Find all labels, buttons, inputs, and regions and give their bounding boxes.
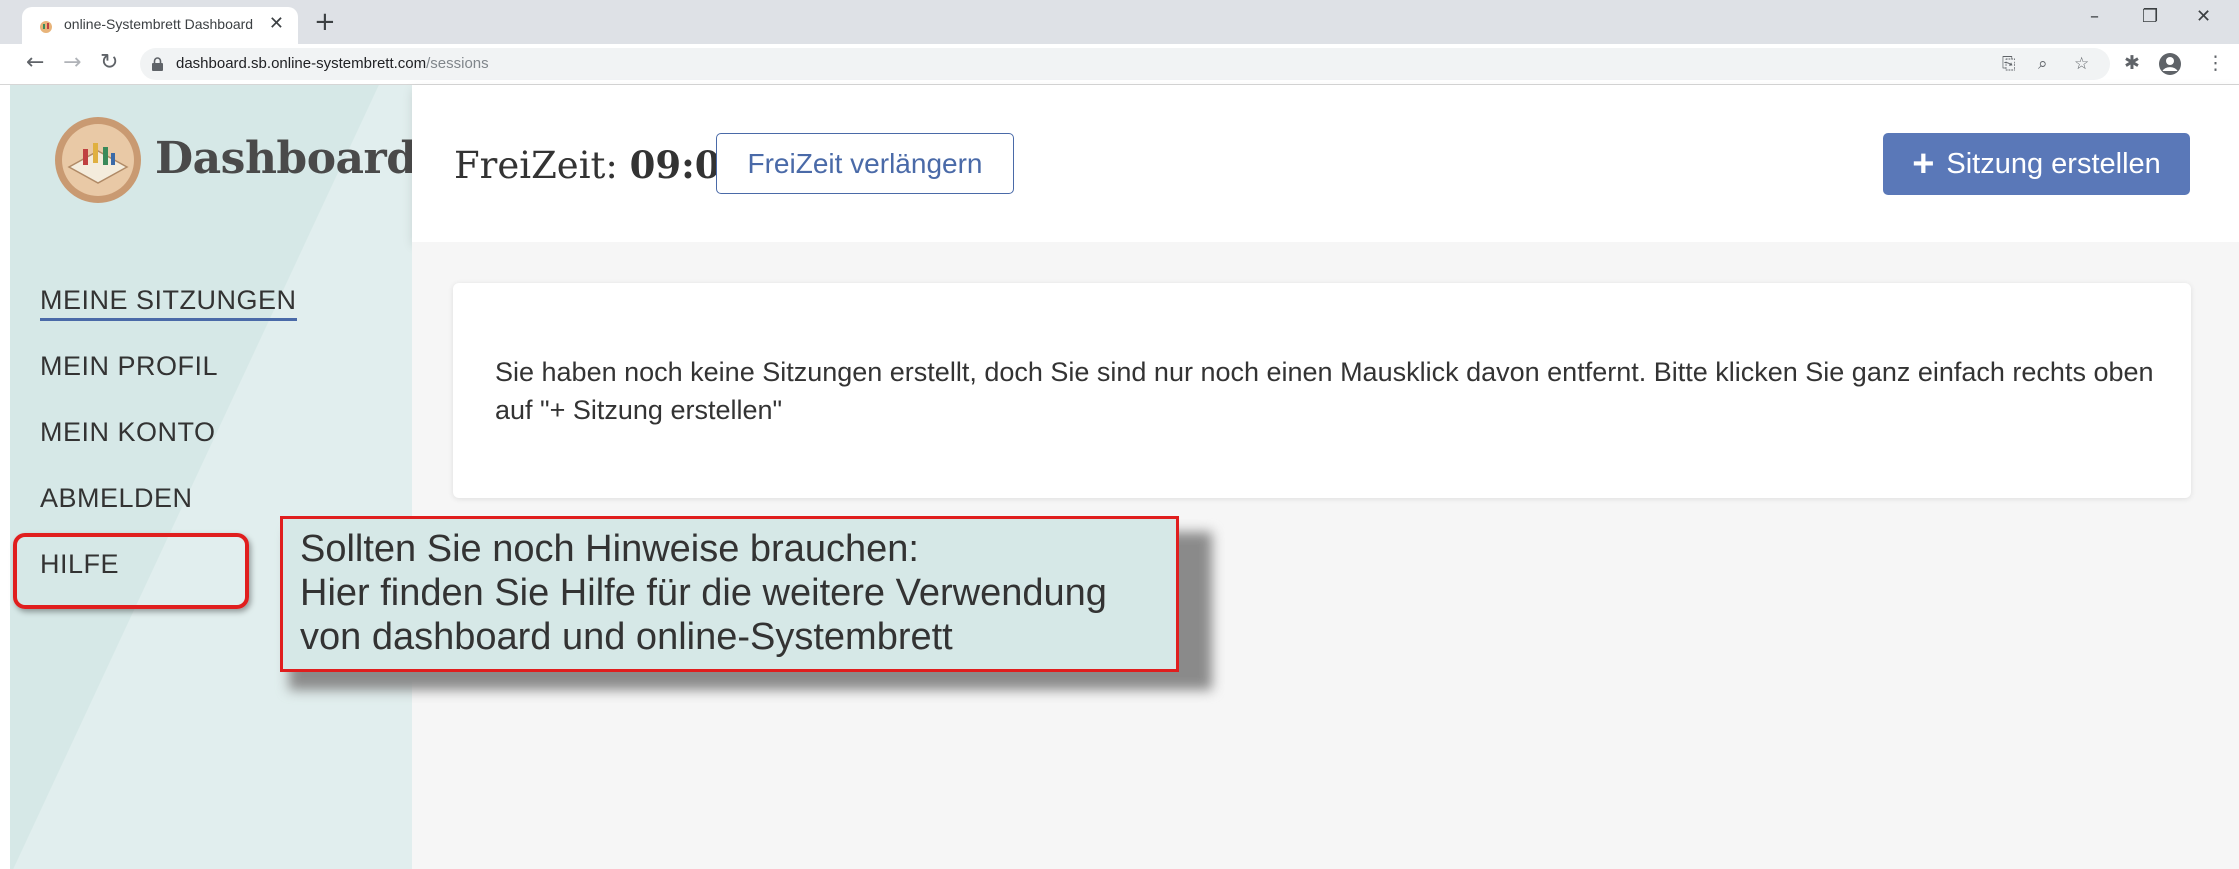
lock-icon bbox=[152, 57, 163, 71]
menu-kebab-icon[interactable]: ⋮ bbox=[2206, 51, 2225, 75]
nav-mein-profil[interactable]: MEIN PROFIL bbox=[40, 351, 218, 382]
create-session-button[interactable]: + Sitzung erstellen bbox=[1883, 133, 2190, 195]
browser-toolbar: ← → ↻ dashboard.sb.online-systembrett.co… bbox=[0, 44, 2239, 85]
extensions-icon[interactable]: ✱ bbox=[2124, 51, 2140, 75]
address-bar[interactable]: dashboard.sb.online-systembrett.com/sess… bbox=[140, 48, 2110, 80]
bookmark-star-icon[interactable]: ☆ bbox=[2074, 53, 2089, 75]
nav-abmelden[interactable]: ABMELDEN bbox=[40, 483, 193, 514]
callout-line-1: Sollten Sie noch Hinweise brauchen: bbox=[300, 528, 919, 570]
logo-text[interactable]: Dashboard bbox=[155, 133, 412, 184]
browser-tab-strip: online-Systembrett Dashboard ✕ + – ❐ ✕ bbox=[0, 0, 2239, 44]
zoom-icon[interactable]: ⌕ bbox=[2038, 53, 2048, 75]
freizeit-label: FreiZeit: bbox=[454, 144, 618, 187]
empty-sessions-card: Sie haben noch keine Sitzungen erstellt,… bbox=[453, 283, 2191, 498]
back-arrow-icon[interactable]: ← bbox=[26, 50, 44, 76]
browser-tab[interactable]: online-Systembrett Dashboard ✕ bbox=[22, 7, 298, 44]
url-text: dashboard.sb.online-systembrett.com/sess… bbox=[176, 55, 489, 72]
tab-title: online-Systembrett Dashboard bbox=[64, 16, 254, 32]
empty-sessions-message: Sie haben noch keine Sitzungen erstellt,… bbox=[495, 357, 2154, 425]
callout-line-3: von dashboard und online-Systembrett bbox=[300, 616, 953, 658]
profile-avatar-icon[interactable] bbox=[2158, 52, 2182, 76]
extend-freizeit-button[interactable]: FreiZeit verlängern bbox=[716, 133, 1014, 194]
freizeit-display: FreiZeit: 09:00 bbox=[454, 143, 746, 187]
reload-icon[interactable]: ↻ bbox=[100, 50, 118, 76]
help-callout: Sollten Sie noch Hinweise brauchen: Hier… bbox=[280, 516, 1179, 672]
translate-icon[interactable]: ⎘ bbox=[2002, 53, 2016, 75]
nav-mein-konto[interactable]: MEIN KONTO bbox=[40, 417, 216, 448]
nav-meine-sitzungen[interactable]: MEINE SITZUNGEN bbox=[40, 285, 297, 321]
minimize-icon[interactable]: – bbox=[2090, 6, 2099, 28]
create-session-label: Sitzung erstellen bbox=[1946, 147, 2161, 180]
close-window-icon[interactable]: ✕ bbox=[2196, 6, 2211, 28]
favicon-icon bbox=[40, 21, 52, 33]
plus-icon: + bbox=[1912, 143, 1935, 185]
new-tab-button[interactable]: + bbox=[314, 7, 336, 37]
dashboard-logo-icon bbox=[55, 117, 141, 203]
help-highlight-frame bbox=[13, 533, 249, 609]
forward-arrow-icon[interactable]: → bbox=[63, 50, 81, 76]
callout-line-2: Hier finden Sie Hilfe für die weitere Ve… bbox=[300, 572, 1107, 614]
tab-close-icon[interactable]: ✕ bbox=[269, 14, 284, 34]
callout-text: Sollten Sie noch Hinweise brauchen: Hier… bbox=[300, 527, 1107, 659]
sidebar: Dashboard MEINE SITZUNGEN MEIN PROFIL ME… bbox=[10, 85, 412, 869]
restore-icon[interactable]: ❐ bbox=[2142, 6, 2158, 28]
